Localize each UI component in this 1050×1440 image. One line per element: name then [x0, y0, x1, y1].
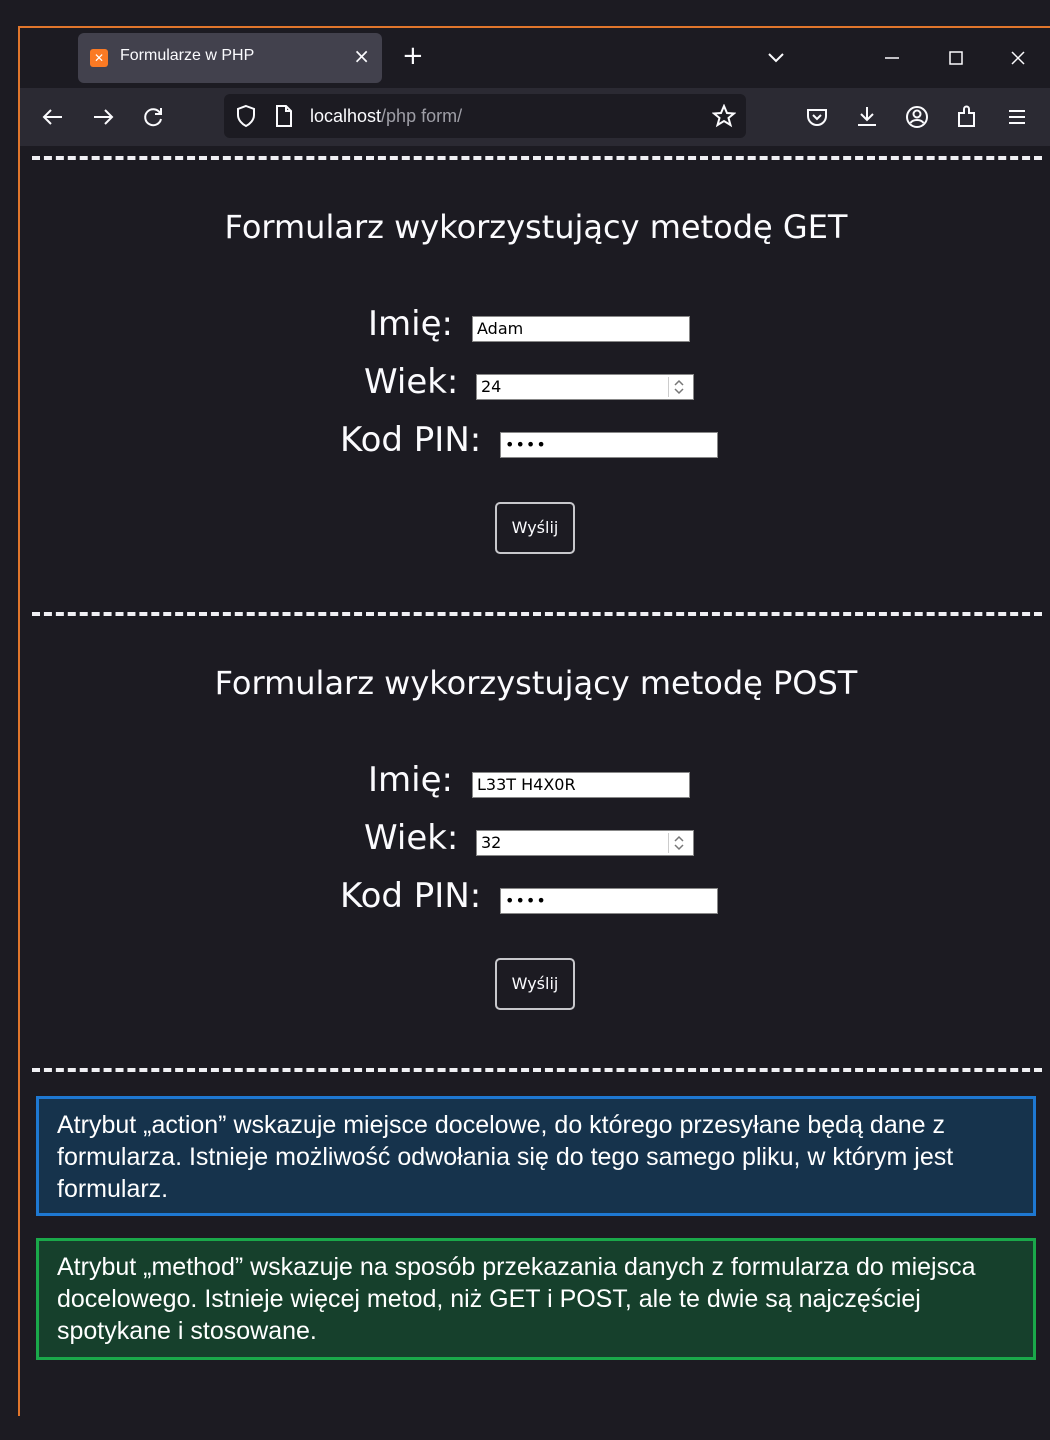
extensions-icon[interactable] [954, 104, 980, 130]
get-age-label: Wiek: [364, 362, 459, 402]
url-path: /php form/ [381, 106, 463, 126]
chevron-down-icon[interactable] [764, 46, 788, 70]
post-name-label: Imię: [368, 760, 453, 800]
url-bar[interactable]: localhost/php form/ [224, 94, 746, 138]
page-content: Formularz wykorzystujący metodę GET Imię… [20, 146, 1050, 1416]
url-host: localhost [310, 106, 382, 126]
tab-bar: ✕ Formularze w PHP × + [20, 28, 1050, 88]
forward-arrow-icon[interactable] [90, 104, 116, 130]
get-form-title: Formularz wykorzystujący metodę GET [224, 208, 848, 246]
post-form-title: Formularz wykorzystujący metodę POST [214, 664, 858, 702]
number-spinner-icon[interactable] [668, 377, 689, 397]
url-text[interactable]: localhost/php form/ [310, 106, 462, 127]
reload-icon[interactable] [140, 104, 166, 130]
browser-window: ✕ Formularze w PHP × + localhost/php for… [18, 26, 1050, 1416]
star-bookmark-icon[interactable] [712, 104, 736, 128]
xampp-icon: ✕ [90, 49, 108, 67]
get-submit-button[interactable]: Wyślij [495, 502, 575, 554]
maximize-icon[interactable] [942, 44, 970, 72]
tab-formularze[interactable]: ✕ Formularze w PHP × [78, 33, 382, 83]
number-spinner-icon[interactable] [668, 833, 689, 853]
account-icon[interactable] [904, 104, 930, 130]
get-pin-label: Kod PIN: [340, 420, 482, 460]
dashed-separator [32, 156, 1042, 160]
minimize-icon[interactable] [878, 44, 906, 72]
get-pin-input[interactable]: •••• [500, 432, 718, 458]
post-pin-input[interactable]: •••• [500, 888, 718, 914]
pocket-icon[interactable] [804, 104, 830, 130]
post-name-input[interactable]: L33T H4X0R [472, 772, 690, 798]
dashed-separator [32, 612, 1042, 616]
tab-title: Formularze w PHP [120, 47, 255, 64]
post-age-input[interactable]: 32 [476, 830, 694, 856]
dashed-separator [32, 1068, 1042, 1072]
post-age-label: Wiek: [364, 818, 459, 858]
method-attribute-note: Atrybut „method” wskazuje na sposób prze… [36, 1238, 1036, 1360]
back-arrow-icon[interactable] [40, 104, 66, 130]
menu-icon[interactable] [1004, 104, 1030, 130]
get-age-value: 24 [481, 377, 502, 396]
post-submit-button[interactable]: Wyślij [495, 958, 575, 1010]
post-pin-label: Kod PIN: [340, 876, 482, 916]
action-attribute-note: Atrybut „action” wskazuje miejsce docelo… [36, 1096, 1036, 1216]
page-icon[interactable] [274, 104, 294, 128]
close-tab-icon[interactable]: × [353, 45, 370, 67]
nav-toolbar: localhost/php form/ [20, 88, 1050, 146]
new-tab-button[interactable]: + [402, 42, 424, 70]
download-icon[interactable] [854, 104, 880, 130]
shield-icon[interactable] [234, 104, 258, 128]
get-name-label: Imię: [368, 304, 453, 344]
get-name-input[interactable]: Adam [472, 316, 690, 342]
close-window-icon[interactable] [1004, 44, 1032, 72]
get-age-input[interactable]: 24 [476, 374, 694, 400]
post-age-value: 32 [481, 833, 502, 852]
